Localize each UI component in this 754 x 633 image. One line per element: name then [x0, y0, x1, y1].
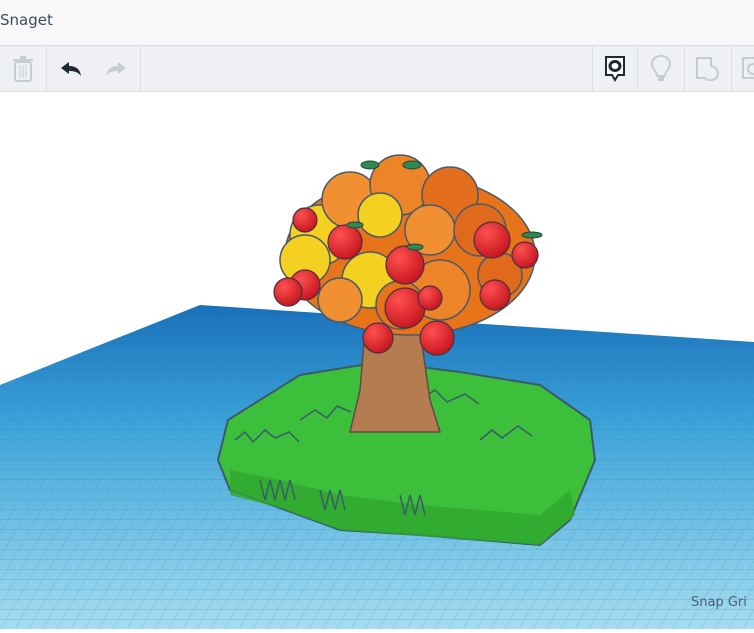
- notes-button[interactable]: [593, 46, 637, 91]
- notes-icon: [605, 55, 625, 82]
- title-bar: Snaget: [0, 0, 754, 46]
- mirror-button[interactable]: [738, 46, 754, 91]
- lightbulb-button[interactable]: [638, 46, 684, 91]
- trash-icon: [13, 55, 33, 82]
- design-title[interactable]: Snaget: [0, 11, 53, 29]
- undo-icon: [61, 61, 81, 76]
- mirror-icon: [742, 56, 754, 79]
- 3d-viewport[interactable]: Snap Gri: [0, 92, 754, 629]
- redo-button[interactable]: [95, 46, 137, 91]
- toolbar: [0, 46, 754, 92]
- undo-button[interactable]: [50, 46, 92, 91]
- delete-button[interactable]: [0, 46, 46, 91]
- redo-icon: [106, 61, 126, 76]
- lightbulb-icon: [651, 54, 671, 81]
- snap-grid-label[interactable]: Snap Gri: [691, 595, 747, 610]
- shape-button[interactable]: [685, 46, 731, 91]
- workplane-scene: [0, 154, 754, 629]
- shape-icon: [696, 56, 719, 81]
